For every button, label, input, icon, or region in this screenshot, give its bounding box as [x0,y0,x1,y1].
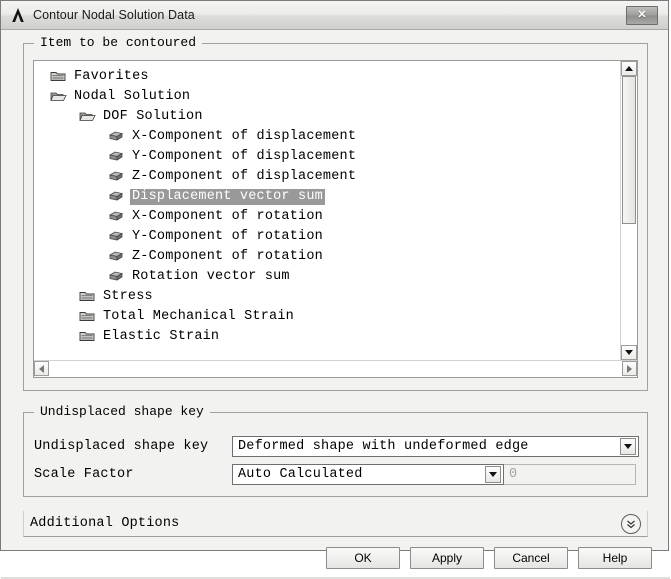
scale-factor-value: Auto Calculated [238,467,363,482]
horizontal-scroll-track[interactable] [49,361,622,377]
cube-icon [108,229,126,245]
tree-item-label: Rotation vector sum [132,269,290,284]
window-title: Contour Nodal Solution Data [33,8,195,22]
folder-open-icon [79,109,97,125]
ansys-lambda-logo-icon [9,6,27,24]
cube-icon [108,149,126,165]
tree-item-label: X-Component of rotation [132,209,323,224]
tree-item-label: Y-Component of rotation [132,229,323,244]
dropdown-arrow-icon[interactable] [620,438,636,455]
shape-key-group-label: Undisplaced shape key [34,404,210,419]
cancel-button[interactable]: Cancel [494,547,568,569]
undisplaced-shape-key-value: Deformed shape with undeformed edge [238,439,529,454]
item-to-be-contoured-group: Item to be contoured Favorites Nodal Solu… [23,35,648,391]
tree-item-label: Displacement vector sum [130,189,325,205]
scale-factor-numeric-input: 0 [504,464,636,485]
double-chevron-down-icon[interactable] [621,513,641,534]
close-icon: ✕ [637,8,647,21]
dialog-button-row: OK Apply Cancel Help [1,544,670,572]
folder-open-icon [50,89,68,105]
help-button[interactable]: Help [578,547,652,569]
tree-item[interactable]: Elastic Strain [40,327,620,347]
tree-item-label: DOF Solution [103,109,203,124]
tree-item[interactable]: Y-Component of rotation [40,227,620,247]
title-bar: Contour Nodal Solution Data ✕ [1,1,668,30]
ok-button[interactable]: OK [326,547,400,569]
cube-icon [108,189,126,205]
folder-closed-icon [79,309,97,325]
undisplaced-shape-key-group: Undisplaced shape key Undisplaced shape … [23,404,648,497]
tree-item-label: Y-Component of displacement [132,149,357,164]
additional-options-label: Additional Options [30,516,180,531]
dropdown-arrow-icon[interactable] [485,466,501,483]
undisplaced-shape-key-label: Undisplaced shape key [34,439,209,454]
scale-factor-label: Scale Factor [34,467,134,482]
tree-item[interactable]: Z-Component of rotation [40,247,620,267]
tree-item[interactable]: Z-Component of displacement [40,167,620,187]
undisplaced-shape-key-dropdown[interactable]: Deformed shape with undeformed edge [232,436,639,457]
tree-item-list: Favorites Nodal Solution DOF Solution X-Com… [34,61,620,360]
tree-item-label: Favorites [74,69,149,84]
tree-item-label: Elastic Strain [103,329,220,344]
tree-item-label: Stress [103,289,153,304]
tree-horizontal-scrollbar[interactable] [34,360,637,377]
tree-item-label: Nodal Solution [74,89,191,104]
tree-item[interactable]: Rotation vector sum [40,267,620,287]
contour-group-label: Item to be contoured [34,35,203,50]
scale-factor-numeric-value: 0 [509,467,518,482]
tree-item-label: Total Mechanical Strain [103,309,294,324]
tree-item[interactable]: Displacement vector sum [40,187,620,207]
undisplaced-shape-key-row: Undisplaced shape key Deformed shape wit… [34,436,639,457]
tree-item[interactable]: Total Mechanical Strain [40,307,620,327]
tree-item[interactable]: X-Component of rotation [40,207,620,227]
tree-vertical-scrollbar[interactable] [620,61,637,360]
folder-closed-icon [79,289,97,305]
cube-icon [108,129,126,145]
scale-factor-dropdown[interactable]: Auto Calculated [232,464,504,485]
additional-options-bar[interactable]: Additional Options [23,511,648,537]
scale-factor-row: Scale Factor Auto Calculated 0 [34,464,636,485]
cube-icon [108,249,126,265]
scroll-up-arrow-icon[interactable] [621,61,637,76]
dialog-body: Item to be contoured Favorites Nodal Solu… [1,30,670,579]
tree-item[interactable]: Nodal Solution [40,87,620,107]
tree-item[interactable]: Favorites [40,67,620,87]
contour-item-tree[interactable]: Favorites Nodal Solution DOF Solution X-Com… [33,60,638,378]
scroll-right-arrow-icon[interactable] [622,361,637,376]
scroll-left-arrow-icon[interactable] [34,361,49,376]
scroll-down-arrow-icon[interactable] [621,345,637,360]
folder-closed-icon [50,69,68,85]
tree-item[interactable]: Stress [40,287,620,307]
contour-nodal-solution-dialog: Contour Nodal Solution Data ✕ Item to be… [0,0,670,579]
cube-icon [108,169,126,185]
tree-item-label: Z-Component of rotation [132,249,323,264]
tree-item[interactable]: DOF Solution [40,107,620,127]
folder-closed-icon [79,329,97,345]
apply-button[interactable]: Apply [410,547,484,569]
tree-item[interactable]: Y-Component of displacement [40,147,620,167]
tree-item-label: Z-Component of displacement [132,169,357,184]
tree-item-label: X-Component of displacement [132,129,357,144]
vertical-scroll-thumb[interactable] [622,76,636,224]
cube-icon [108,209,126,225]
close-button[interactable]: ✕ [626,5,658,25]
vertical-scroll-track[interactable] [621,76,637,345]
tree-item[interactable]: X-Component of displacement [40,127,620,147]
cube-icon [108,269,126,285]
